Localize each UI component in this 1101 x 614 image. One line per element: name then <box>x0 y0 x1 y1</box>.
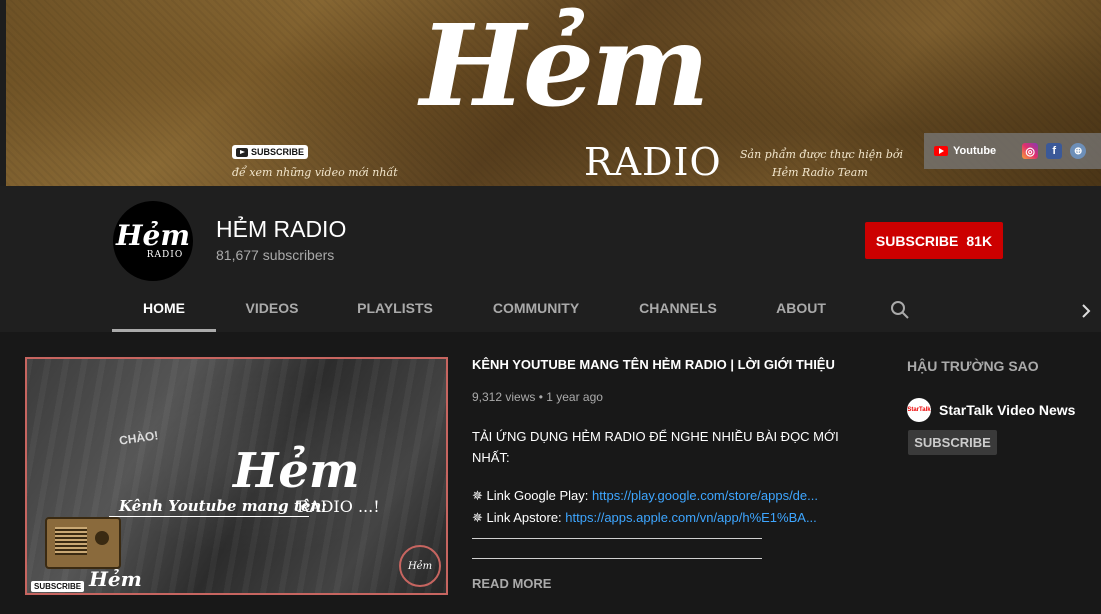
banner-edge <box>0 0 6 186</box>
channel-avatar: Hẻm RADIO <box>113 201 193 281</box>
channel-banner: Hẻm RADIO SUBSCRIBE để xem những video m… <box>0 0 1101 186</box>
video-description: TẢI ỨNG DỤNG HẺM RADIO ĐỂ NGHE NHIỀU BÀI… <box>472 429 839 465</box>
thumbnail-circle-logo: Hẻm <box>399 545 441 587</box>
banner-subscribe-caption: để xem những video mới nhất <box>232 166 398 179</box>
website-icon[interactable]: ⊕ <box>1070 143 1087 159</box>
featured-channel-avatar-text: StarTalk <box>907 407 931 413</box>
thumbnail-underline <box>109 516 309 517</box>
app-store-link[interactable]: https://apps.apple.com/vn/app/h%E1%BA... <box>565 510 816 525</box>
featured-video-title[interactable]: KÊNH YOUTUBE MANG TÊN HẺM RADIO | LỜI GI… <box>472 357 835 372</box>
featured-channels-title: HẬU TRƯỜNG SAO <box>907 358 1039 374</box>
channel-header: Hẻm RADIO HẺM RADIO 81,677 subscribers S… <box>0 186 1101 332</box>
banner-credit-team: Hẻm Radio Team <box>772 166 868 179</box>
tab-channels[interactable]: CHANNELS <box>632 290 724 332</box>
app-store-link-label: ✵ Link Apstore: <box>472 510 562 525</box>
tab-videos[interactable]: VIDEOS <box>236 290 308 332</box>
featured-channel-avatar: StarTalk <box>907 398 931 422</box>
youtube-icon <box>934 146 948 156</box>
banner-subscribe-badge: SUBSCRIBE <box>232 145 309 159</box>
google-play-link[interactable]: https://play.google.com/store/apps/de... <box>592 488 818 503</box>
banner-subscribe-label: SUBSCRIBE <box>251 147 305 157</box>
thumbnail-subscribe-badge: SUBSCRIBE <box>31 581 85 592</box>
instagram-icon[interactable]: ◎ <box>1022 143 1039 159</box>
video-age: 1 year ago <box>546 390 603 404</box>
tab-home[interactable]: HOME <box>112 290 216 332</box>
featured-channel-item[interactable]: StarTalk StarTalk Video News <box>907 398 1075 422</box>
description-divider <box>472 558 762 559</box>
thumbnail-caption: Kênh Youtube mang tên: <box>119 497 327 515</box>
featured-channel-name: StarTalk Video News <box>939 402 1076 418</box>
avatar-radio: RADIO <box>146 250 184 260</box>
thumbnail-bottom-logo: Hẻm <box>89 567 142 591</box>
avatar-logo: Hẻm <box>116 219 190 252</box>
subscribe-button[interactable]: SUBSCRIBE 81K <box>865 222 1003 259</box>
tab-playlists[interactable]: PLAYLISTS <box>350 290 440 332</box>
tab-about[interactable]: ABOUT <box>770 290 832 332</box>
app-store-link-row: ✵ Link Apstore: https://apps.apple.com/v… <box>472 510 817 526</box>
featured-video-thumbnail[interactable]: CHÀO! Hẻm RADIO ...! Kênh Youtube mang t… <box>25 357 448 595</box>
description-divider <box>472 538 762 539</box>
channel-tabs: HOME VIDEOS PLAYLISTS COMMUNITY CHANNELS… <box>0 290 1101 332</box>
video-views: 9,312 views <box>472 390 536 404</box>
home-content: CHÀO! Hẻm RADIO ...! Kênh Youtube mang t… <box>0 332 1101 614</box>
google-play-link-row: ✵ Link Google Play: https://play.google.… <box>472 488 818 504</box>
google-play-link-label: ✵ Link Google Play: <box>472 488 589 503</box>
tab-community[interactable]: COMMUNITY <box>484 290 588 332</box>
search-icon[interactable] <box>890 300 910 320</box>
facebook-icon[interactable]: f <box>1046 143 1063 159</box>
channel-name: HẺM RADIO <box>216 216 347 242</box>
featured-video-meta: 9,312 views • 1 year ago <box>472 390 603 404</box>
banner-radio-text: RADIO <box>584 140 722 184</box>
subscriber-count: 81,677 subscribers <box>216 247 335 263</box>
banner-logo: Hẻm <box>420 1 710 132</box>
vintage-radio-icon <box>45 517 121 569</box>
thumbnail-logo: Hẻm <box>233 443 360 499</box>
featured-channel-subscribe-button[interactable]: SUBSCRIBE <box>908 430 997 455</box>
banner-link-youtube[interactable]: Youtube <box>934 145 996 157</box>
banner-link-youtube-label: Youtube <box>953 145 997 157</box>
subscribe-label: SUBSCRIBE <box>875 232 959 249</box>
thumbnail-ellipsis: ...! <box>357 497 380 516</box>
subscribe-count: 81K <box>966 232 993 249</box>
banner-credit: Sản phẩm được thực hiện bởi <box>740 148 903 161</box>
read-more-button[interactable]: READ MORE <box>472 576 551 591</box>
banner-links: Youtube ◎ f ⊕ <box>924 133 1101 169</box>
youtube-icon <box>236 147 248 157</box>
chevron-right-icon[interactable] <box>1078 302 1094 320</box>
